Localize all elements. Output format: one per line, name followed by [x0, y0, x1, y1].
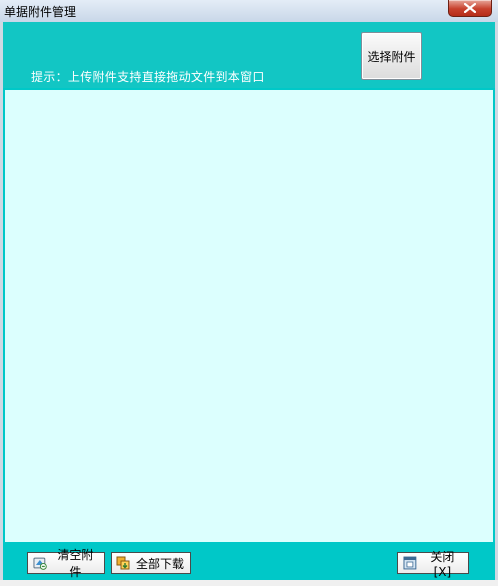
download-all-icon	[116, 556, 130, 570]
dialog-body: 提示：上传附件支持直接拖动文件到本窗口 选择附件 清空附件 全部下载 关闭[X]	[3, 22, 495, 586]
select-attachment-button[interactable]: 选择附件	[361, 32, 422, 80]
attachment-list-area[interactable]	[5, 90, 493, 542]
close-dialog-icon	[403, 556, 417, 570]
bottom-edge	[0, 580, 498, 586]
download-all-label: 全部下载	[136, 556, 185, 571]
title-bar: 单据附件管理	[0, 0, 498, 22]
close-icon	[464, 3, 476, 13]
clear-attachments-button[interactable]: 清空附件	[27, 548, 105, 579]
header-band: 提示：上传附件支持直接拖动文件到本窗口 选择附件	[3, 22, 495, 88]
download-all-button[interactable]: 全部下载	[111, 552, 191, 574]
drag-drop-hint: 提示：上传附件支持直接拖动文件到本窗口	[31, 70, 265, 84]
close-dialog-label: 关闭[X]	[430, 549, 455, 579]
window-title: 单据附件管理	[4, 5, 77, 19]
clear-attachments-icon	[33, 557, 47, 570]
clear-attachments-label: 清空附件	[57, 548, 94, 579]
window-close-button[interactable]	[448, 0, 492, 17]
close-dialog-button[interactable]: 关闭[X]	[397, 550, 469, 579]
